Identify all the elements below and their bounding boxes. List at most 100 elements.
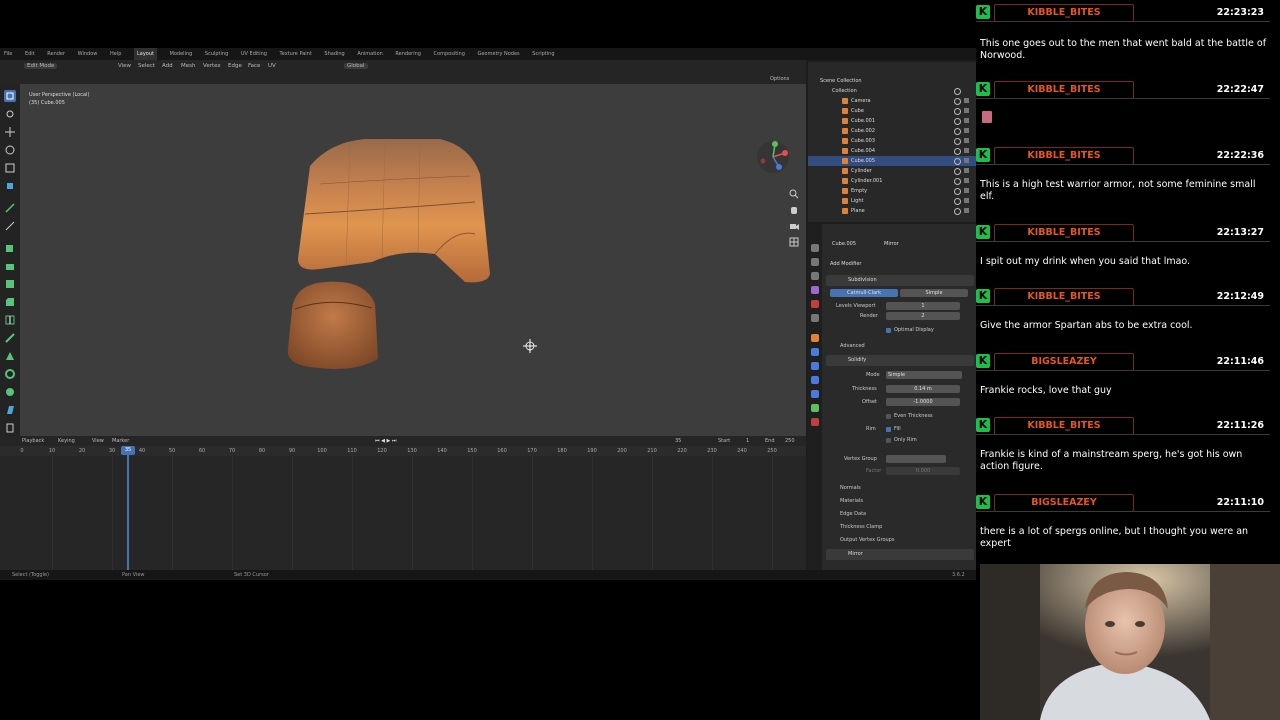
outliner-item-cylinder[interactable]: Cylinder: [808, 166, 976, 176]
menu-view[interactable]: View: [118, 63, 131, 69]
play-controls-icon[interactable]: ⏮ ◀ ▶ ⏭: [375, 438, 396, 444]
move-tool-icon[interactable]: [4, 126, 16, 138]
edge-data-panel[interactable]: Edge Data: [826, 509, 976, 519]
outliner-item-cube-003[interactable]: Cube.003: [808, 136, 976, 146]
inset-tool-icon[interactable]: [4, 278, 16, 290]
menu-marker[interactable]: Marker: [112, 438, 129, 444]
menu-timeline-view[interactable]: View: [92, 438, 104, 444]
menu-add[interactable]: Add: [162, 63, 173, 69]
only-rim-checkbox[interactable]: [886, 438, 891, 443]
3d-viewport[interactable]: User Perspective (Local) (35) Cube.005: [20, 84, 806, 436]
menu-render[interactable]: Render: [47, 48, 65, 60]
camera-icon[interactable]: [964, 158, 969, 163]
eye-icon[interactable]: [954, 158, 961, 165]
tab-sculpting[interactable]: Sculpting: [205, 48, 228, 60]
offset-field[interactable]: -1.0000: [886, 398, 960, 406]
levels-viewport-field[interactable]: 1: [886, 302, 960, 310]
tab-animation[interactable]: Animation: [357, 48, 383, 60]
tool-tab-icon[interactable]: [811, 244, 819, 252]
spin-tool-icon[interactable]: [4, 368, 16, 380]
chunk-mesh[interactable]: [287, 281, 378, 369]
bevel-tool-icon[interactable]: [4, 296, 16, 308]
tab-geometry-nodes[interactable]: Geometry Nodes: [477, 48, 519, 60]
output-tab-icon[interactable]: [811, 272, 819, 280]
outliner[interactable]: Scene Collection Collection Camera Cube …: [808, 62, 976, 222]
factor-field[interactable]: 0.000: [886, 467, 960, 475]
smooth-tool-icon[interactable]: [4, 386, 16, 398]
output-vertex-groups-panel[interactable]: Output Vertex Groups: [826, 535, 976, 545]
menu-vertex[interactable]: Vertex: [203, 63, 221, 69]
tab-texture-paint[interactable]: Texture Paint: [280, 48, 312, 60]
optimal-display-checkbox[interactable]: [886, 328, 891, 333]
camera-icon[interactable]: [964, 168, 969, 173]
outliner-item-cube[interactable]: Cube: [808, 106, 976, 116]
cursor-tool-icon[interactable]: [4, 108, 16, 120]
render-levels-field[interactable]: 2: [886, 312, 960, 320]
physics-tab-icon[interactable]: [811, 376, 819, 384]
pan-view-icon[interactable]: [789, 200, 799, 214]
mirror-modifier-header[interactable]: Mirror: [826, 549, 974, 560]
outliner-item-light[interactable]: Light: [808, 196, 976, 206]
vertex-group-field[interactable]: [886, 455, 946, 463]
properties-editor[interactable]: Cube.005 Mirror Add Modifier Subdivision…: [808, 224, 976, 570]
scene-tab-icon[interactable]: [811, 300, 819, 308]
menu-playback[interactable]: Playback: [22, 438, 44, 444]
eye-icon[interactable]: [954, 138, 961, 145]
eye-icon[interactable]: [954, 198, 961, 205]
outliner-item-cube-002[interactable]: Cube.002: [808, 126, 976, 136]
current-frame-field[interactable]: 35: [675, 438, 681, 444]
orientation-dropdown[interactable]: Global: [344, 63, 368, 69]
even-thickness-checkbox[interactable]: [886, 414, 891, 419]
camera-icon[interactable]: [964, 208, 969, 213]
tab-compositing[interactable]: Compositing: [434, 48, 465, 60]
tab-layout[interactable]: Layout: [133, 48, 157, 60]
eye-icon[interactable]: [954, 208, 961, 215]
measure-tool-icon[interactable]: [4, 220, 16, 232]
solidify-modifier-header[interactable]: Solidify: [826, 355, 974, 366]
camera-icon[interactable]: [964, 138, 969, 143]
thickness-clamp-panel[interactable]: Thickness Clamp: [826, 522, 976, 532]
annotate-tool-icon[interactable]: [4, 202, 16, 214]
menu-file[interactable]: File: [4, 48, 12, 60]
materials-panel[interactable]: Materials: [826, 496, 976, 506]
eye-icon[interactable]: [954, 128, 961, 135]
menu-window[interactable]: Window: [78, 48, 98, 60]
start-field[interactable]: 1: [746, 438, 749, 444]
camera-icon[interactable]: [964, 128, 969, 133]
outliner-item-cube-001[interactable]: Cube.001: [808, 116, 976, 126]
mesh-display[interactable]: [20, 84, 806, 436]
end-field[interactable]: 250: [785, 438, 795, 444]
menu-uv[interactable]: UV: [268, 63, 276, 69]
eye-icon[interactable]: [954, 188, 961, 195]
rip-tool-icon[interactable]: [4, 422, 16, 434]
extrude-tool-icon[interactable]: [4, 260, 16, 272]
outliner-item-cylinder-001[interactable]: Cylinder.001: [808, 176, 976, 186]
camera-icon[interactable]: [964, 148, 969, 153]
timeline[interactable]: 0 10 20 30 40 50 60 70 80 90 100 110 120…: [0, 446, 806, 570]
tab-modeling[interactable]: Modeling: [170, 48, 193, 60]
camera-icon[interactable]: [964, 178, 969, 183]
render-tab-icon[interactable]: [811, 258, 819, 266]
material-tab-icon[interactable]: [811, 418, 819, 426]
rotate-tool-icon[interactable]: [4, 144, 16, 156]
select-box-tool-icon[interactable]: [4, 90, 16, 102]
tab-shading[interactable]: Shading: [324, 48, 344, 60]
eye-icon[interactable]: [954, 148, 961, 155]
menu-select[interactable]: Select: [138, 63, 155, 69]
camera-icon[interactable]: [964, 188, 969, 193]
eye-icon[interactable]: [954, 88, 961, 95]
shear-tool-icon[interactable]: [4, 404, 16, 416]
add-cube-tool-icon[interactable]: [4, 242, 16, 254]
zoom-view-icon[interactable]: [789, 184, 799, 199]
scale-tool-icon[interactable]: [4, 162, 16, 174]
options-dropdown[interactable]: Options: [770, 76, 789, 82]
camera-icon[interactable]: [964, 118, 969, 123]
outliner-item-camera[interactable]: Camera: [808, 96, 976, 106]
transform-tool-icon[interactable]: [4, 180, 16, 192]
subdivision-modifier-header[interactable]: Subdivision: [826, 275, 974, 286]
constraints-tab-icon[interactable]: [811, 390, 819, 398]
camera-view-icon[interactable]: [789, 216, 799, 230]
outliner-item-cube-004[interactable]: Cube.004: [808, 146, 976, 156]
world-tab-icon[interactable]: [811, 314, 819, 322]
catmull-clark-tab[interactable]: Catmull-Clark: [830, 289, 898, 297]
